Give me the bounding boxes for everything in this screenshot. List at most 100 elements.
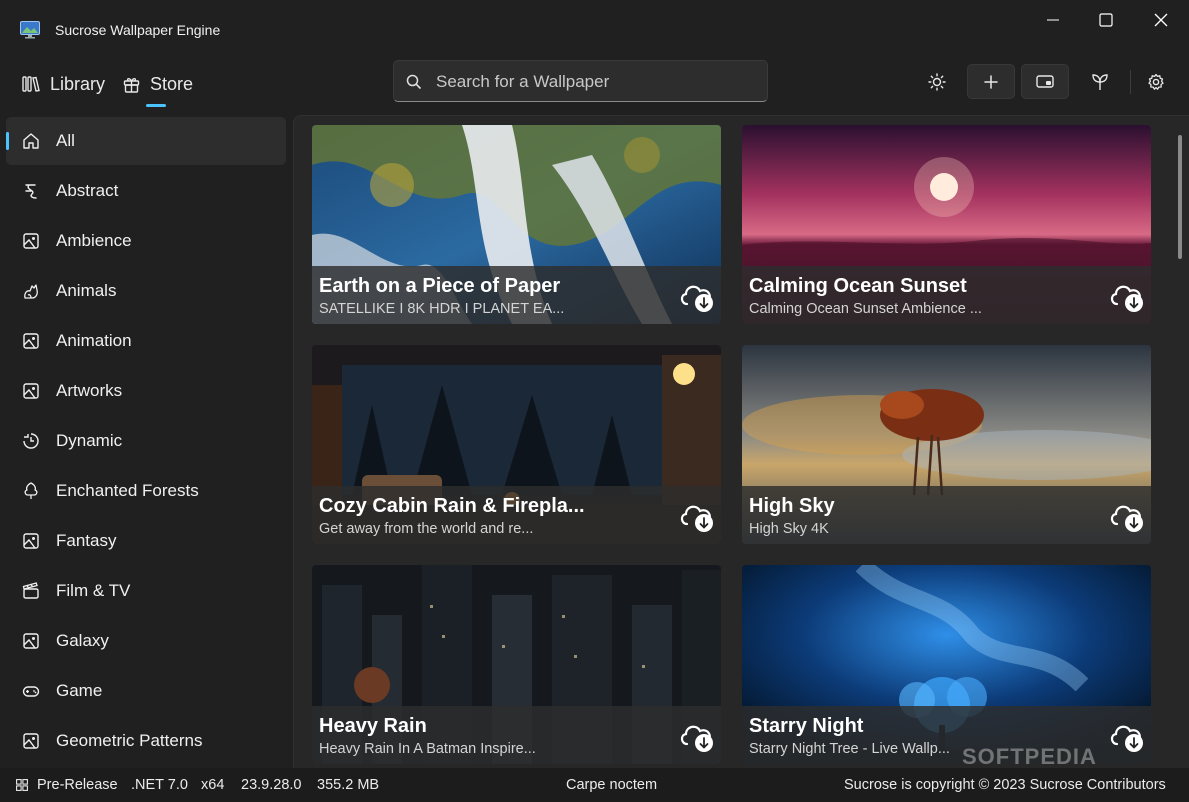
image-icon <box>23 233 39 249</box>
gear-icon <box>1148 73 1164 90</box>
plus-icon <box>984 74 998 89</box>
card-subtitle: Starry Night Tree - Live Wallp... <box>749 741 950 757</box>
sidebar-item-label: Enchanted Forests <box>56 481 199 500</box>
display-icon <box>1036 74 1054 88</box>
cloud-download-icon[interactable] <box>677 718 717 754</box>
vertical-scrollbar[interactable] <box>1178 135 1182 259</box>
title-bar: Sucrose Wallpaper Engine <box>0 0 1189 60</box>
sidebar-item-label: Galaxy <box>56 631 109 650</box>
store-gift-icon <box>123 77 140 93</box>
sidebar-item-label: Animals <box>56 281 117 300</box>
wallpaper-card[interactable]: Cozy Cabin Rain & Firepla... Get away fr… <box>312 345 721 544</box>
tab-library[interactable]: Library <box>22 70 105 98</box>
home-icon <box>23 133 39 149</box>
close-button[interactable] <box>1133 0 1189 40</box>
gamepad-icon <box>22 686 40 697</box>
image-icon <box>23 383 39 399</box>
wallpaper-card[interactable]: Calming Ocean Sunset Calming Ocean Sunse… <box>742 125 1151 324</box>
sidebar-item-label: Film & TV <box>56 581 131 600</box>
cloud-download-icon[interactable] <box>1107 278 1147 314</box>
wallpaper-card[interactable]: Heavy Rain Heavy Rain In A Batman Inspir… <box>312 565 721 764</box>
search-icon <box>406 74 422 90</box>
sidebar-item-enchanted-forests[interactable]: Enchanted Forests <box>6 467 286 515</box>
sidebar-item-label: Geometric Patterns <box>56 731 203 750</box>
maximize-button[interactable] <box>1078 0 1134 40</box>
card-subtitle: Calming Ocean Sunset Ambience ... <box>749 301 982 317</box>
minimize-icon <box>1047 19 1059 21</box>
app-title: Sucrose Wallpaper Engine <box>55 22 221 38</box>
app-logo-icon <box>20 21 40 39</box>
card-subtitle: Get away from the world and re... <box>319 521 534 537</box>
sidebar-item-label: All <box>56 131 75 150</box>
sidebar-item-film-tv[interactable]: Film & TV <box>6 567 286 615</box>
image-icon <box>23 533 39 549</box>
abstract-icon <box>25 184 37 199</box>
sidebar-item-label: Abstract <box>56 181 119 200</box>
wallpaper-card[interactable]: High Sky High Sky 4K <box>742 345 1151 544</box>
card-subtitle: SATELLIKE I 8K HDR I PLANET EA... <box>319 301 565 317</box>
add-wallpaper-button[interactable] <box>967 64 1015 99</box>
app-version: 23.9.28.0 <box>241 777 302 793</box>
card-title: Calming Ocean Sunset <box>749 275 967 297</box>
cloud-download-icon[interactable] <box>1107 718 1147 754</box>
card-title: Cozy Cabin Rain & Firepla... <box>319 495 585 517</box>
card-title: Starry Night <box>749 715 864 737</box>
sidebar-item-animals[interactable]: Animals <box>6 267 286 315</box>
category-sidebar: All Abstract Ambience Animals Animation … <box>0 115 292 768</box>
library-icon <box>22 76 40 92</box>
image-icon <box>23 333 39 349</box>
sidebar-item-geometric-patterns[interactable]: Geometric Patterns <box>6 717 286 765</box>
clapper-icon <box>22 582 39 599</box>
donate-plant-button[interactable] <box>1076 64 1124 99</box>
sidebar-item-all[interactable]: All <box>6 117 286 165</box>
architecture: x64 <box>201 777 225 793</box>
tab-library-label: Library <box>50 73 106 94</box>
tab-store-label: Store <box>150 73 194 94</box>
sidebar-item-galaxy[interactable]: Galaxy <box>6 617 286 665</box>
maximize-icon <box>1099 13 1113 27</box>
sidebar-item-label: Artworks <box>56 381 123 400</box>
sidebar-item-fantasy[interactable]: Fantasy <box>6 517 286 565</box>
tab-store[interactable]: Store <box>123 70 193 98</box>
sun-icon <box>928 72 946 91</box>
wallpaper-card[interactable]: Earth on a Piece of Paper SATELLIKE I 8K… <box>312 125 721 324</box>
grid-icon <box>16 779 28 791</box>
cloud-download-icon[interactable] <box>677 278 717 314</box>
image-icon <box>23 733 39 749</box>
search-box[interactable] <box>393 60 768 102</box>
sidebar-item-label: Animation <box>56 331 132 350</box>
minimize-button[interactable] <box>1025 0 1081 40</box>
sidebar-item-label: Fantasy <box>56 531 117 550</box>
motto-text: Carpe noctem <box>566 777 658 793</box>
sidebar-item-animation[interactable]: Animation <box>6 317 286 365</box>
sidebar-item-artworks[interactable]: Artworks <box>6 367 286 415</box>
clock-icon <box>23 433 39 449</box>
sidebar-item-dynamic[interactable]: Dynamic <box>6 417 286 465</box>
settings-button[interactable] <box>1132 64 1180 99</box>
image-icon <box>23 633 39 649</box>
display-preferences-button[interactable] <box>1021 64 1069 99</box>
sidebar-item-game[interactable]: Game <box>6 667 286 715</box>
sidebar-item-label: Game <box>56 681 103 700</box>
status-bar: Pre-Release .NET 7.0 x64 23.9.28.0 355.2… <box>0 768 1189 802</box>
theme-toggle-button[interactable] <box>913 64 961 99</box>
sidebar-item-abstract[interactable]: Abstract <box>6 167 286 215</box>
wallpaper-card[interactable]: Starry Night Starry Night Tree - Live Wa… <box>742 565 1151 764</box>
tree-icon <box>24 482 38 499</box>
cloud-download-icon[interactable] <box>1107 498 1147 534</box>
release-channel: Pre-Release <box>37 777 118 793</box>
search-input[interactable] <box>436 69 756 95</box>
copyright-text: Sucrose is copyright © 2023 Sucrose Cont… <box>844 777 1166 793</box>
toolbar-divider <box>1130 70 1131 94</box>
card-title: High Sky <box>749 495 835 517</box>
memory-usage: 355.2 MB <box>317 777 380 793</box>
animal-icon <box>24 284 38 299</box>
sidebar-item-label: Ambience <box>56 231 132 250</box>
framework-version: .NET 7.0 <box>131 777 188 793</box>
cloud-download-icon[interactable] <box>677 498 717 534</box>
card-title: Earth on a Piece of Paper <box>319 275 561 297</box>
card-subtitle: High Sky 4K <box>749 521 829 537</box>
active-tab-indicator <box>146 104 166 107</box>
sidebar-item-ambience[interactable]: Ambience <box>6 217 286 265</box>
watermark-text: SOFTPEDIA <box>962 744 1097 769</box>
